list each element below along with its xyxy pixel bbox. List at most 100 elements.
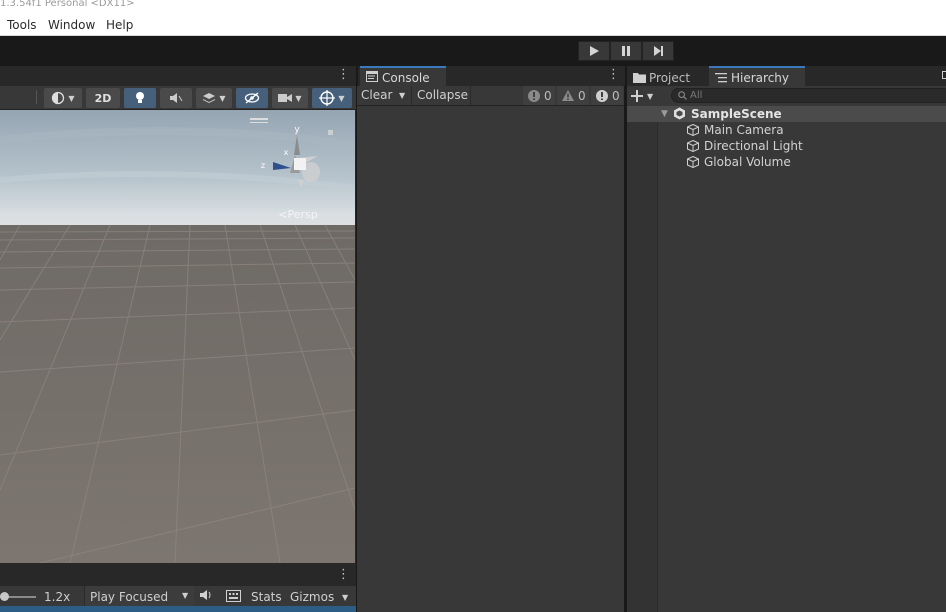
- window-title: 1.3.54f1 Personal <DX11>: [0, 0, 946, 14]
- play-mode-label: Play Focused: [90, 590, 169, 604]
- pause-icon: [622, 46, 630, 56]
- right-tabbar: Project Hierarchy: [627, 66, 946, 86]
- console-menu-icon[interactable]: ⋮: [607, 68, 620, 83]
- shading-sphere-icon: [52, 91, 65, 105]
- gizmo-y-label: y: [294, 125, 300, 135]
- 2d-toggle-button[interactable]: 2D: [86, 88, 120, 108]
- plus-icon: [631, 90, 643, 102]
- hierarchy-search-input[interactable]: All: [671, 88, 946, 103]
- lighting-toggle-button[interactable]: [124, 88, 156, 108]
- folder-icon: [633, 73, 646, 83]
- camera-settings-button[interactable]: ▼: [272, 88, 308, 108]
- scene-render: y x z <Persp: [0, 110, 355, 563]
- expand-arrow-icon[interactable]: ▼: [661, 106, 668, 122]
- gizmo-x-label: x: [284, 148, 289, 157]
- search-icon: [678, 91, 687, 100]
- tab-hierarchy[interactable]: Hierarchy: [709, 66, 805, 86]
- speaker-icon: [200, 590, 211, 600]
- error-count: 0: [612, 88, 620, 103]
- play-icon: [590, 46, 599, 56]
- scene-viewport[interactable]: y x z <Persp: [0, 110, 355, 563]
- hierarchy-gutter: [627, 106, 658, 612]
- game-menu-icon[interactable]: ⋮: [337, 568, 350, 583]
- scene-visibility-button[interactable]: [236, 88, 268, 108]
- hierarchy-item-label: Global Volume: [704, 155, 791, 169]
- log-count: 0: [544, 88, 552, 103]
- warning-count: 0: [578, 88, 586, 103]
- gizmo-z-label: z: [261, 161, 265, 170]
- step-button[interactable]: [642, 41, 674, 61]
- step-icon: [654, 46, 663, 56]
- effects-button[interactable]: ▼: [196, 88, 232, 108]
- menu-window[interactable]: Window: [48, 18, 95, 32]
- scene-name: SampleScene: [691, 107, 782, 121]
- gizmos-toggle-button[interactable]: ▼: [312, 88, 352, 108]
- stats-button[interactable]: Stats: [251, 588, 282, 606]
- tab-project[interactable]: Project: [627, 66, 707, 86]
- hierarchy-item-label: Main Camera: [704, 123, 784, 137]
- audio-toggle-button[interactable]: [160, 88, 192, 108]
- gizmo-globe-icon: [319, 90, 336, 106]
- chevron-down-icon: ▼: [647, 91, 654, 101]
- play-button[interactable]: [578, 41, 610, 61]
- scene-toolbar: ▼ 2D ▼ ▼ ▼: [0, 86, 356, 110]
- tab-console-label: Console: [382, 71, 430, 85]
- hierarchy-item-global-volume[interactable]: Global Volume: [627, 154, 946, 170]
- main-toolbar: [0, 36, 946, 66]
- gizmos-button[interactable]: Gizmos: [290, 588, 334, 606]
- clear-button[interactable]: Clear: [361, 86, 392, 105]
- camera-icon: [278, 94, 293, 102]
- hierarchy-item-main-camera[interactable]: Main Camera: [627, 122, 946, 138]
- log-filter-button[interactable]: 0: [523, 86, 555, 105]
- clear-options-chevron-icon[interactable]: ▼: [399, 86, 405, 105]
- game-tabbar: ⋮: [0, 566, 356, 586]
- tab-console[interactable]: Console: [360, 66, 446, 86]
- unity-scene-icon: [674, 107, 685, 120]
- gameobject-cube-icon: [687, 156, 699, 168]
- hidden-eye-icon: [244, 92, 260, 104]
- info-icon: [528, 89, 540, 102]
- shading-mode-button[interactable]: ▼: [44, 88, 82, 108]
- console-tabbar: Console ⋮: [358, 66, 625, 86]
- menu-bar: Tools Window Help: [0, 14, 946, 36]
- layers-icon: [203, 93, 216, 103]
- pause-button[interactable]: [610, 41, 642, 61]
- keyboard-icon: [226, 590, 241, 602]
- toolbar-divider: [470, 86, 471, 105]
- menu-help[interactable]: Help: [106, 18, 133, 32]
- game-view-strip: [0, 606, 356, 612]
- error-icon: [596, 89, 608, 102]
- error-filter-button[interactable]: 0: [591, 86, 623, 105]
- audio-muted-icon: [170, 93, 183, 103]
- menu-tools[interactable]: Tools: [7, 18, 37, 32]
- keyboard-shortcuts-button[interactable]: [226, 590, 242, 604]
- collapse-button[interactable]: Collapse: [417, 86, 468, 105]
- console-icon: [366, 71, 378, 82]
- gameobject-cube-icon: [687, 124, 699, 136]
- mute-audio-button[interactable]: [199, 589, 217, 605]
- scene-tabbar: [0, 66, 356, 86]
- gizmos-dropdown-chevron-icon[interactable]: ▼: [342, 593, 348, 602]
- add-object-button[interactable]: ▼: [631, 87, 661, 105]
- warning-filter-button[interactable]: 0: [557, 86, 589, 105]
- tab-hierarchy-label: Hierarchy: [731, 71, 790, 85]
- chevron-down-icon: ▼: [182, 591, 189, 600]
- console-log-list[interactable]: [357, 106, 624, 612]
- toolbar-divider: [36, 90, 37, 104]
- hierarchy-item-label: Directional Light: [704, 139, 803, 153]
- gameobject-cube-icon: [687, 140, 699, 152]
- persp-label[interactable]: <Persp: [278, 208, 317, 221]
- playback-controls: [578, 41, 674, 61]
- scene-row[interactable]: ▼ SampleScene: [627, 106, 946, 122]
- scene-menu-icon[interactable]: ⋮: [337, 68, 350, 83]
- hierarchy-tree: ▼ SampleScene Main Camera Directional Li…: [627, 106, 946, 612]
- hierarchy-item-directional-light[interactable]: Directional Light: [627, 138, 946, 154]
- scale-slider-handle[interactable]: [0, 592, 9, 601]
- hierarchy-toolbar: ▼ All: [627, 86, 946, 106]
- game-toolbar: 1.2x Play Focused ▼ Stats Gizmos ▼: [0, 586, 356, 608]
- lock-icon[interactable]: [942, 71, 946, 79]
- lightbulb-icon: [136, 92, 144, 103]
- play-mode-dropdown[interactable]: Play Focused ▼: [84, 586, 194, 608]
- warning-icon: [562, 90, 574, 101]
- toolbar-divider: [411, 86, 412, 105]
